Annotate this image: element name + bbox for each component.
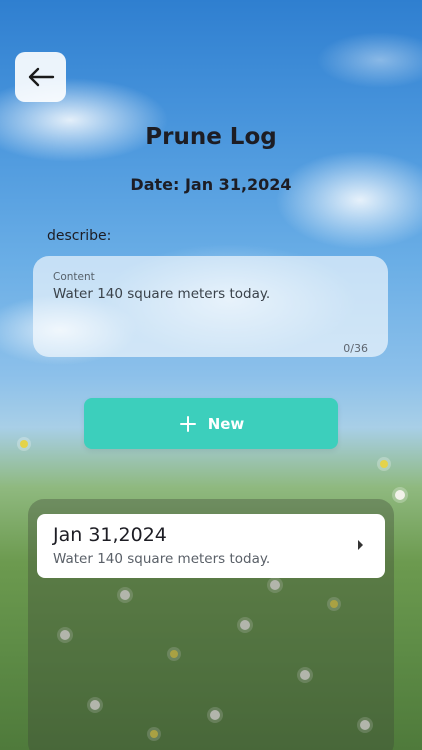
- describe-label: describe:: [47, 228, 112, 244]
- date-label: Date: Jan 31,2024: [130, 175, 292, 194]
- content-input[interactable]: Content Water 140 square meters today. 0…: [33, 256, 388, 357]
- new-button[interactable]: New: [84, 398, 338, 449]
- new-button-label: New: [207, 414, 245, 433]
- back-button[interactable]: [15, 52, 66, 102]
- plus-icon: [178, 414, 198, 434]
- content-value[interactable]: Water 140 square meters today.: [53, 286, 270, 302]
- record-date: Jan 31,2024: [53, 524, 167, 546]
- list-item[interactable]: Jan 31,2024 Water 140 square meters toda…: [37, 514, 385, 578]
- content-caption: Content: [53, 271, 95, 283]
- chevron-right-icon: [358, 540, 363, 550]
- character-counter: 0/36: [343, 342, 368, 355]
- arrow-left-icon: [28, 67, 54, 87]
- record-description: Water 140 square meters today.: [53, 551, 271, 567]
- page-title: Prune Log: [145, 124, 277, 150]
